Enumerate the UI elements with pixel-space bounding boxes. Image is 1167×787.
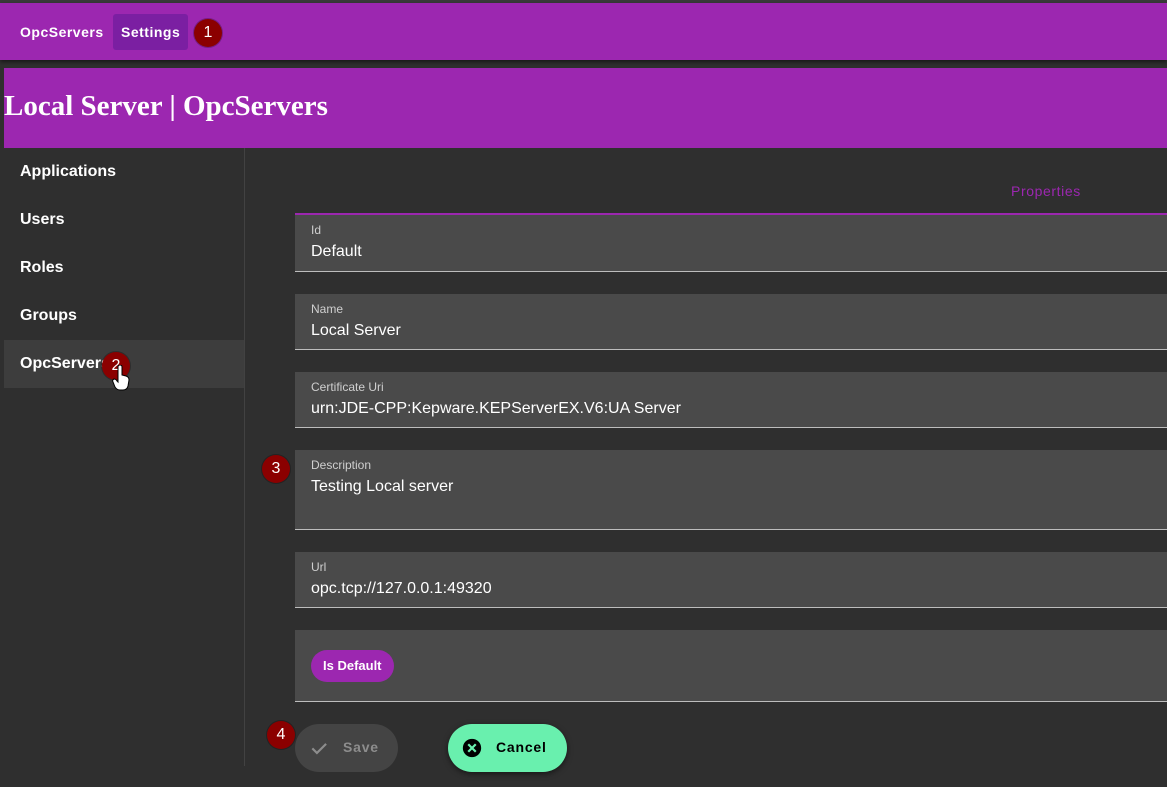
name-value: Local Server [311,322,401,339]
cancel-button-label: Cancel [496,739,547,755]
certificate-uri-value: urn:JDE-CPP:Kepware.KEPServerEX.V6:UA Se… [311,400,681,417]
sidebar-item-roles[interactable]: Roles [4,244,244,292]
name-label: Name [311,302,344,316]
url-value: opc.tcp://127.0.0.1:49320 [311,580,492,597]
page-title: Local Server | OpcServers [4,90,328,122]
save-button[interactable]: Save [295,724,398,772]
url-label: Url [311,560,327,574]
id-value: Default [311,243,362,260]
check-icon [311,743,327,755]
page-header: Local Server | OpcServers [4,68,1167,148]
id-field[interactable]: Id Default [295,215,1167,272]
step-marker-1: 1 [194,19,222,47]
nav-settings-button[interactable]: Settings [113,14,189,50]
sidebar: Applications Users Roles Groups OpcServe… [0,148,245,766]
sidebar-item-applications[interactable]: Applications [4,148,244,196]
hand-cursor-icon [112,365,130,391]
sidebar-item-users[interactable]: Users [4,196,244,244]
description-value: Testing Local server [311,478,454,495]
save-button-label: Save [343,739,379,755]
id-label: Id [311,223,322,237]
top-app-bar: OpcServers Settings [0,3,1167,60]
is-default-field [295,630,1167,702]
sidebar-item-groups[interactable]: Groups [4,292,244,340]
is-default-toggle-chip[interactable]: Is Default [311,650,394,682]
certificate-uri-label: Certificate Uri [311,380,384,394]
cancel-circle-icon [462,738,482,758]
step-marker-4: 4 [267,721,295,749]
description-field[interactable]: Description Testing Local server [295,450,1167,530]
description-label: Description [311,458,372,472]
certificate-uri-field[interactable]: Certificate Uri urn:JDE-CPP:Kepware.KEPS… [295,372,1167,428]
nav-opcservers-link[interactable]: OpcServers [12,14,112,50]
cancel-button[interactable]: Cancel [448,724,567,772]
url-field[interactable]: Url opc.tcp://127.0.0.1:49320 [295,552,1167,608]
step-marker-3: 3 [262,455,290,483]
tab-properties[interactable]: Properties [1011,183,1081,199]
name-field[interactable]: Name Local Server [295,294,1167,350]
